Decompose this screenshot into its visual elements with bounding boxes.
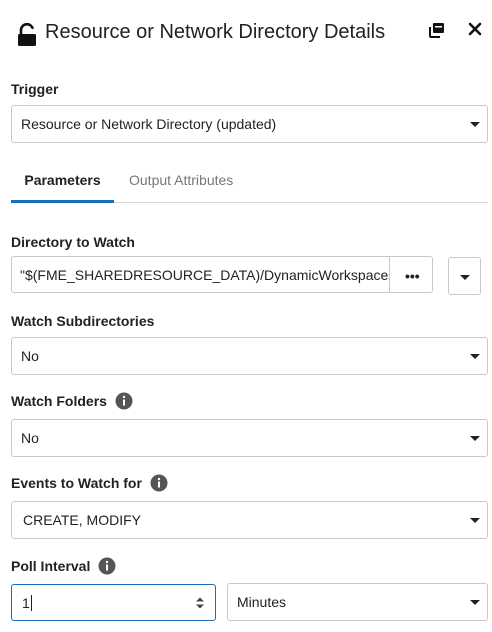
poll-interval-unit-value: Minutes <box>237 594 287 610</box>
info-icon[interactable] <box>98 557 116 575</box>
watch-subdirectories-select[interactable]: No <box>11 337 488 375</box>
chevron-down-icon <box>460 275 470 280</box>
poll-interval-label-row: Poll Interval <box>11 557 116 575</box>
directory-input-value: "$(FME_SHAREDRESOURCE_DATA)/DynamicWorks… <box>20 267 401 283</box>
poll-interval-unit-select[interactable]: Minutes <box>227 583 488 621</box>
chevron-down-icon <box>470 354 480 359</box>
poll-interval-label: Poll Interval <box>11 558 91 574</box>
browse-button[interactable]: ••• <box>389 256 433 293</box>
chevron-down-icon <box>470 436 480 441</box>
ellipsis-icon: ••• <box>405 268 420 284</box>
trigger-label: Trigger <box>11 81 59 97</box>
directory-label: Directory to Watch <box>11 234 135 250</box>
watch-subdirectories-value: No <box>21 348 39 364</box>
events-value: CREATE, MODIFY <box>23 512 141 528</box>
watch-folders-select[interactable]: No <box>11 419 488 457</box>
poll-interval-value: 1 <box>22 595 30 611</box>
trigger-select[interactable]: Resource or Network Directory (updated) <box>11 105 488 143</box>
tab-output-attributes[interactable]: Output Attributes <box>129 160 233 203</box>
watch-folders-value: No <box>21 430 39 446</box>
watch-folders-label-row: Watch Folders <box>11 392 133 410</box>
events-label: Events to Watch for <box>11 475 142 491</box>
info-icon[interactable] <box>115 392 133 410</box>
popout-window-icon[interactable] <box>429 22 445 38</box>
watch-folders-label: Watch Folders <box>11 393 107 409</box>
unlocked-padlock-icon <box>18 23 36 46</box>
dialog-header: Resource or Network Directory Details <box>0 0 492 68</box>
poll-interval-input[interactable]: 1 <box>11 584 216 621</box>
poll-interval-value-wrap: 1 <box>22 595 32 611</box>
trigger-select-value: Resource or Network Directory (updated) <box>21 116 277 132</box>
close-icon[interactable] <box>467 21 483 37</box>
spinner-arrows-icon[interactable] <box>195 596 205 610</box>
chevron-down-icon <box>470 600 480 605</box>
directory-options-button[interactable] <box>448 257 481 295</box>
info-icon[interactable] <box>150 474 168 492</box>
watch-subdirectories-label: Watch Subdirectories <box>11 313 155 329</box>
tab-parameters[interactable]: Parameters <box>11 160 114 203</box>
chevron-down-icon <box>470 518 480 523</box>
dialog-title: Resource or Network Directory Details <box>45 21 386 43</box>
text-cursor <box>30 595 32 611</box>
tab-bar: Parameters Output Attributes <box>11 160 488 203</box>
events-label-row: Events to Watch for <box>11 474 168 492</box>
events-select[interactable]: CREATE, MODIFY <box>11 501 488 539</box>
directory-input[interactable]: "$(FME_SHAREDRESOURCE_DATA)/DynamicWorks… <box>11 256 400 293</box>
chevron-down-icon <box>470 122 480 127</box>
